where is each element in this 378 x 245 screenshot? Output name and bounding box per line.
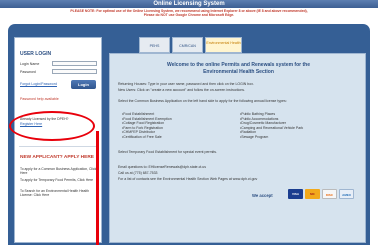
new-applicant-heading: NEW APPLICANT? APPLY HERE (20, 155, 95, 160)
main-content: PEHS CMR/CAN Environmental Health Welcom… (109, 37, 366, 243)
login-name-input[interactable] (52, 61, 97, 66)
sidebar-divider (19, 146, 99, 147)
login-button[interactable]: Login (71, 80, 96, 89)
apply-temporary-link[interactable]: To apply for Temporary Food Permits, Cli… (20, 178, 100, 182)
license-types-left: Food Establishment Food Establishment Ex… (122, 112, 172, 140)
discover-card-icon: DISC (322, 189, 337, 199)
welcome-line-2: Environmental Health Section (203, 68, 274, 75)
contacts-info-text: For a list of contacts see the Environme… (118, 177, 258, 181)
apply-business-link[interactable]: To apply for a Common Business Applicati… (20, 167, 100, 175)
tab-environmental-health[interactable]: Environmental Health (205, 37, 242, 53)
temporary-permit-text: Select Temporary Food Establishment for … (118, 150, 217, 154)
password-input[interactable] (52, 69, 97, 74)
search-license-link[interactable]: To Search for an Environmental Health He… (20, 189, 100, 197)
we-accept-label: We accept (252, 193, 273, 198)
password-help-link[interactable]: Password help available (20, 97, 59, 101)
app-title-bar: Online Licensing System (0, 0, 378, 8)
list-item: Sewage Program (240, 135, 303, 140)
annotation-ellipse (9, 111, 95, 141)
mastercard-icon: MC (305, 189, 320, 199)
content-panel: Welcome to the online Permits and Renewa… (109, 53, 366, 243)
license-types-right: Public Bathing Places Public Accommodati… (240, 112, 303, 140)
annotation-arrow-line (96, 131, 99, 245)
password-label: Password (20, 70, 36, 74)
browser-notice-line-2: Please do NOT use Google Chrome and Micr… (143, 13, 235, 18)
list-item: Certification of Free Sale (122, 135, 172, 140)
new-users-text: New Users: Click on "create a new accoun… (118, 88, 245, 92)
tab-pehs[interactable]: PEHS (139, 37, 170, 53)
amex-card-icon: AMEX (339, 189, 354, 199)
user-login-heading: USER LOGIN (20, 51, 52, 57)
welcome-heading: Welcome to the online Permits and Renewa… (118, 62, 359, 75)
call-us-text: Call us at (775) 687-7533 (118, 171, 158, 175)
returning-users-text: Returning Houses: Type in your user name… (118, 82, 254, 86)
login-name-label: Login Name (20, 62, 40, 66)
forgot-password-link[interactable]: Forgot Login/Password (20, 82, 57, 86)
browser-notice: PLEASE NOTE: For optimal use of the Onli… (8, 9, 370, 18)
visa-card-icon: VISA (288, 189, 303, 199)
email-questions-text: Email questions to: EHlicenseRenewals@dp… (118, 165, 206, 169)
select-application-text: Select the Common Business Application o… (118, 99, 287, 103)
tab-cmr-can[interactable]: CMR/CAN (172, 37, 203, 53)
